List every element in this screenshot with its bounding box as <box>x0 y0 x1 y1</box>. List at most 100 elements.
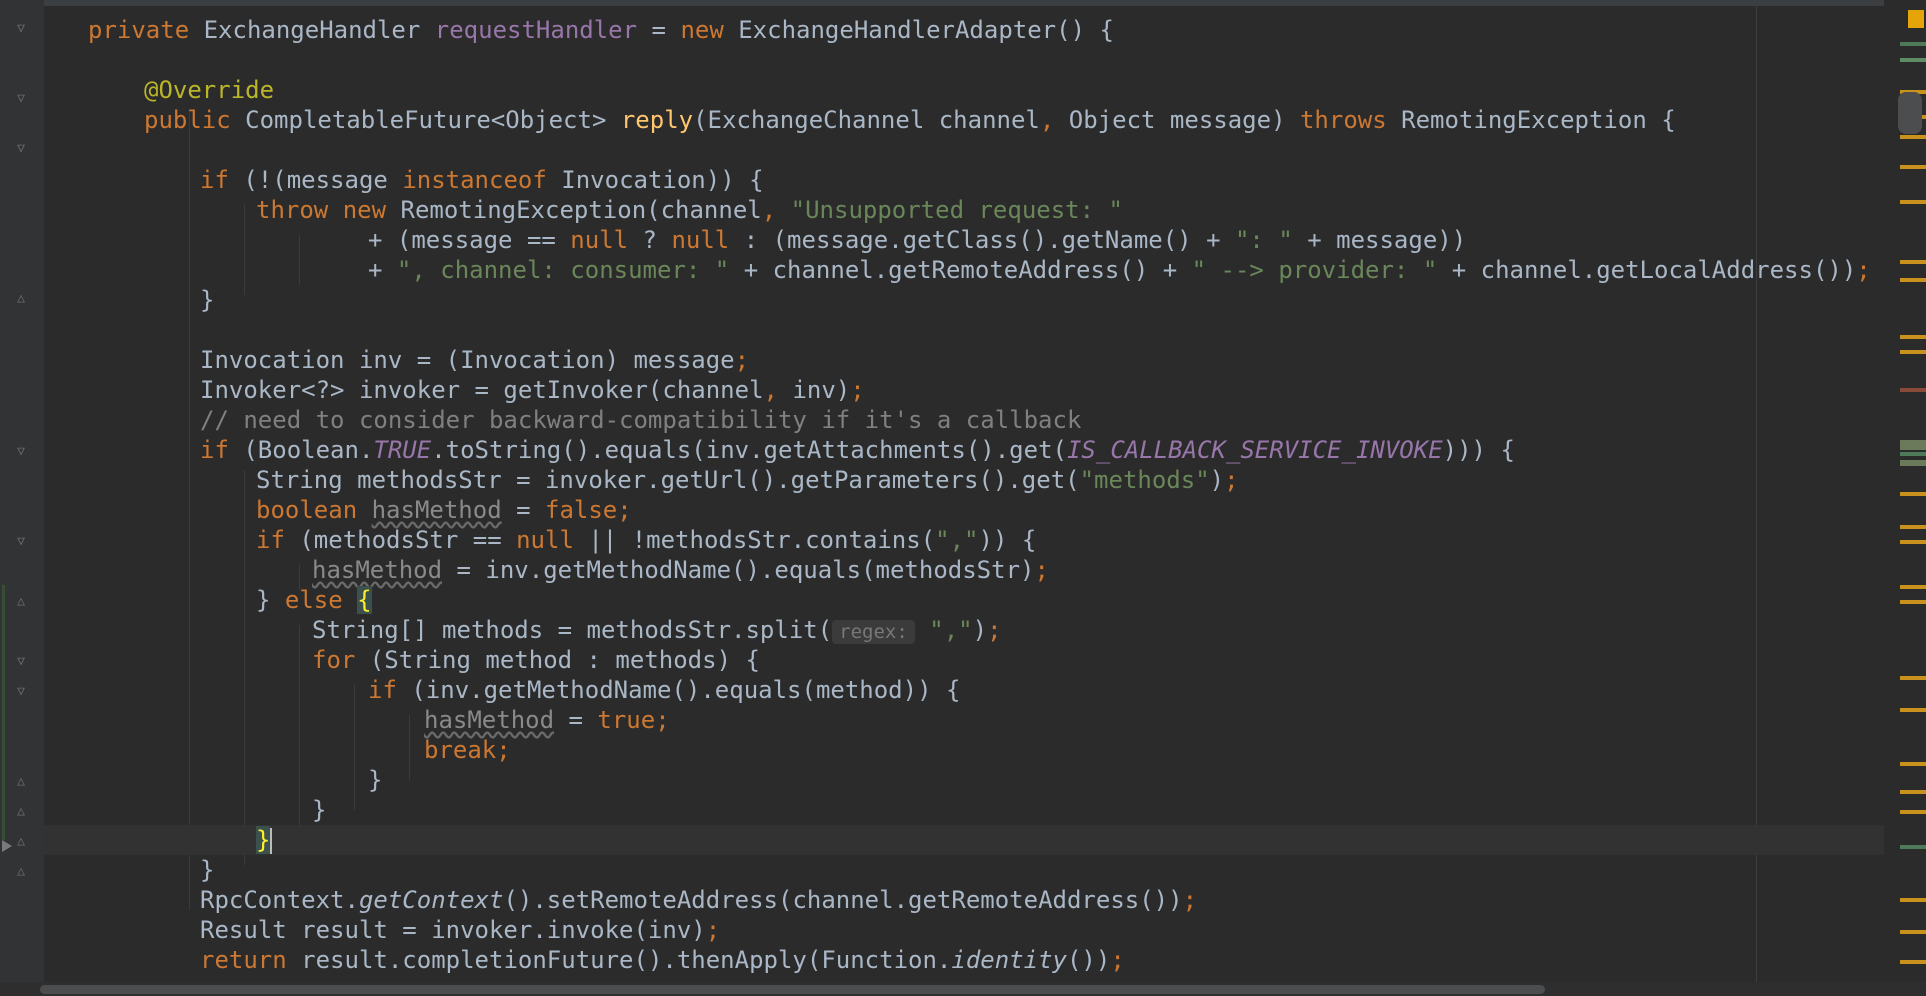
token-string: " --> provider: " <box>1191 256 1452 284</box>
stripe-marker[interactable] <box>1900 600 1926 604</box>
token-type: ExchangeHandler <box>203 16 435 44</box>
stripe-marker[interactable] <box>1900 960 1926 964</box>
fold-arrow-icon[interactable]: ▽ <box>14 655 28 669</box>
fold-arrow-icon[interactable]: ▽ <box>14 685 28 699</box>
token-keyword: if <box>200 436 244 464</box>
token-keyword: for <box>312 646 370 674</box>
code-line[interactable]: } else { <box>44 585 1884 615</box>
stripe-marker[interactable] <box>1900 58 1926 62</box>
fold-arrow-icon[interactable]: △ <box>14 805 28 819</box>
code-line[interactable]: for (String method : methods) { <box>44 645 1884 675</box>
stripe-marker[interactable] <box>1900 540 1926 544</box>
token-semicolon: ; <box>496 736 511 764</box>
token-semicolon: ; <box>705 916 721 944</box>
token-static-field: IS_CALLBACK_SERVICE_INVOKE <box>1066 436 1443 464</box>
code-line[interactable]: Result result = invoker.invoke(inv); <box>44 915 1884 945</box>
inspection-warning-icon[interactable] <box>1908 10 1924 28</box>
code-line[interactable]: Invocation inv = (Invocation) message; <box>44 345 1884 375</box>
code-line[interactable]: // need to consider backward-compatibili… <box>44 405 1884 435</box>
stripe-marker[interactable] <box>1900 930 1926 934</box>
code-line[interactable]: } <box>44 285 1884 315</box>
stripe-marker[interactable] <box>1900 460 1926 466</box>
code-line[interactable]: private ExchangeHandler requestHandler =… <box>44 15 1884 45</box>
horizontal-scrollbar-thumb[interactable] <box>40 985 1545 994</box>
error-stripe[interactable] <box>1884 0 1926 980</box>
fold-arrow-icon[interactable]: △ <box>14 292 28 306</box>
token-text: ) <box>1209 466 1225 494</box>
code-line[interactable]: } <box>44 855 1884 885</box>
code-line[interactable]: throw new RemotingException(channel, "Un… <box>44 195 1884 225</box>
stripe-marker[interactable] <box>1900 165 1926 169</box>
fold-arrow-icon[interactable]: △ <box>14 775 28 789</box>
token-string: "methods" <box>1079 466 1210 494</box>
parameter-hint: regex: <box>832 620 915 644</box>
code-line[interactable]: + (message == null ? null : (message.get… <box>44 225 1884 255</box>
code-line[interactable]: } <box>44 765 1884 795</box>
token-static-method: getContext <box>358 886 504 914</box>
token-annotation: @Override <box>144 76 275 104</box>
stripe-marker[interactable] <box>1900 525 1926 529</box>
stripe-marker[interactable] <box>1900 42 1926 46</box>
code-line[interactable]: hasMethod = inv.getMethodName().equals(m… <box>44 555 1884 585</box>
stripe-marker[interactable] <box>1900 676 1926 680</box>
stripe-marker[interactable] <box>1900 898 1926 902</box>
code-editor[interactable]: private ExchangeHandler requestHandler =… <box>44 0 1884 996</box>
code-line[interactable]: Invoker<?> invoker = getInvoker(channel,… <box>44 375 1884 405</box>
fold-arrow-icon[interactable]: ▽ <box>14 22 28 36</box>
code-line[interactable]: public CompletableFuture<Object> reply(E… <box>44 105 1884 135</box>
code-line[interactable]: if (!(message instanceof Invocation)) { <box>44 165 1884 195</box>
code-line[interactable]: RpcContext.getContext().setRemoteAddress… <box>44 885 1884 915</box>
stripe-marker[interactable] <box>1900 278 1926 282</box>
code-line[interactable]: break; <box>44 735 1884 765</box>
fold-arrow-icon[interactable]: ▽ <box>14 535 28 549</box>
code-line[interactable]: boolean hasMethod = false; <box>44 495 1884 525</box>
token-method: reply <box>620 106 694 134</box>
stripe-marker[interactable] <box>1900 845 1926 849</box>
code-line[interactable]: @Override <box>44 75 1884 105</box>
vcs-change-marker[interactable] <box>2 585 5 840</box>
stripe-marker[interactable] <box>1900 335 1926 339</box>
code-line[interactable]: if (Boolean.TRUE.toString().equals(inv.g… <box>44 435 1884 465</box>
stripe-marker[interactable] <box>1900 762 1926 766</box>
stripe-marker[interactable] <box>1900 708 1926 712</box>
stripe-marker[interactable] <box>1900 135 1926 139</box>
token-text: (!(message <box>243 166 403 194</box>
token-field: requestHandler <box>434 16 638 44</box>
stripe-marker[interactable] <box>1900 260 1926 264</box>
fold-arrow-icon[interactable]: △ <box>14 595 28 609</box>
token-keyword: if <box>200 166 244 194</box>
code-line[interactable]: hasMethod = true; <box>44 705 1884 735</box>
stripe-marker[interactable] <box>1900 585 1926 589</box>
code-line[interactable]: String methodsStr = invoker.getUrl().get… <box>44 465 1884 495</box>
token-text: || !methodsStr.contains( <box>588 526 936 554</box>
stripe-marker[interactable] <box>1900 790 1926 794</box>
token-semicolon: ; <box>734 346 750 374</box>
fold-arrow-icon[interactable]: △ <box>14 865 28 879</box>
token-type: CompletableFuture<Object> <box>245 106 621 134</box>
fold-arrow-icon[interactable]: △ <box>14 835 28 849</box>
code-line[interactable]: return result.completionFuture().thenApp… <box>44 945 1884 975</box>
fold-arrow-icon[interactable]: ▽ <box>14 445 28 459</box>
stripe-marker[interactable] <box>1900 492 1926 496</box>
code-line[interactable]: + ", channel: consumer: " + channel.getR… <box>44 255 1884 285</box>
vertical-scrollbar-thumb[interactable] <box>1898 92 1922 134</box>
horizontal-scrollbar[interactable] <box>0 982 1926 996</box>
stripe-marker[interactable] <box>1900 440 1926 450</box>
token-text: Invocation)) { <box>561 166 764 194</box>
code-line-current[interactable]: } <box>44 825 1884 855</box>
code-line[interactable]: if (inv.getMethodName().equals(method)) … <box>44 675 1884 705</box>
fold-arrow-icon[interactable]: ▽ <box>14 92 28 106</box>
stripe-marker[interactable] <box>1900 200 1926 204</box>
fold-arrow-icon[interactable]: ▽ <box>14 142 28 156</box>
stripe-marker[interactable] <box>1900 350 1926 354</box>
stripe-marker[interactable] <box>1900 810 1926 814</box>
code-line[interactable]: if (methodsStr == null || !methodsStr.co… <box>44 525 1884 555</box>
token-operator: = <box>501 496 545 524</box>
token-string: "Unsupported request: " <box>790 196 1123 224</box>
stripe-marker[interactable] <box>1900 388 1926 392</box>
code-line[interactable]: } <box>44 795 1884 825</box>
stripe-marker[interactable] <box>1900 452 1926 456</box>
editor-gutter[interactable]: ▽ ▽ ▽ △ ▽ ▽ △ ▽ ▽ △ △ △ △ <box>0 0 44 996</box>
token-brace: } <box>200 286 215 314</box>
code-line[interactable]: String[] methods = methodsStr.split(rege… <box>44 615 1884 645</box>
